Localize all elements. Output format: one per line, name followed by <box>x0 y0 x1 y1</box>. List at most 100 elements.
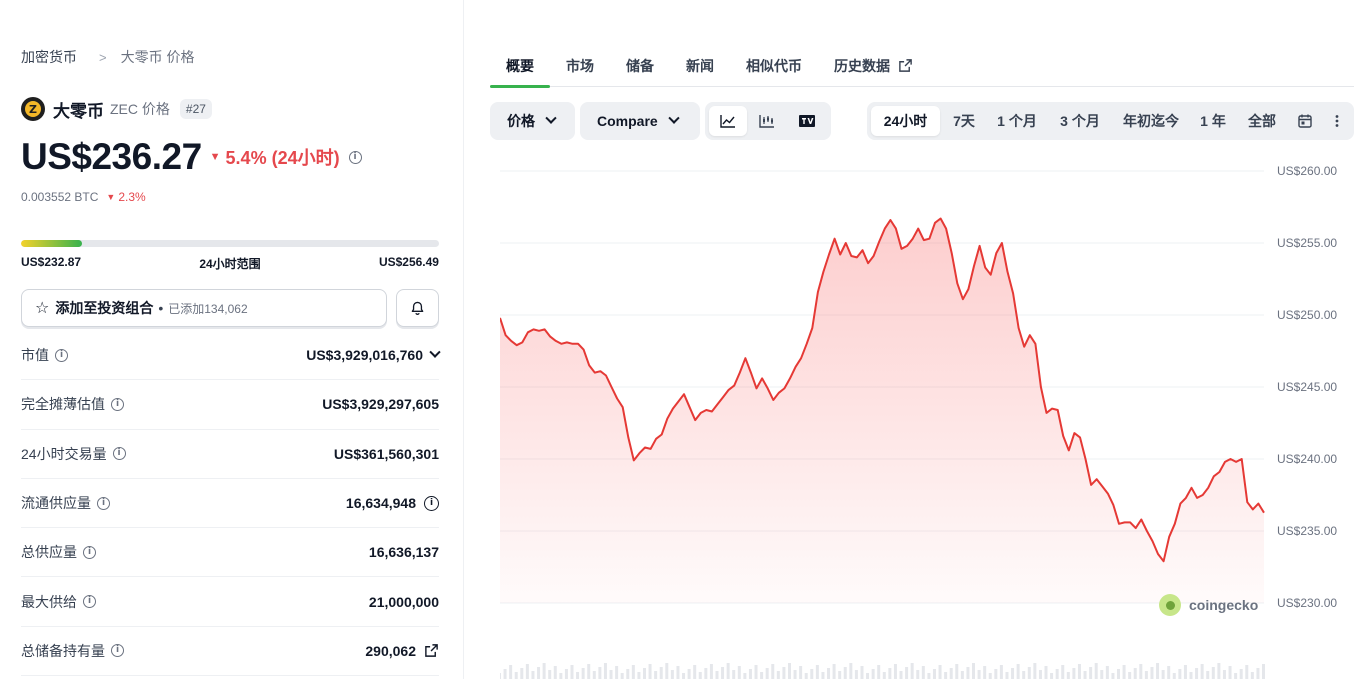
compare-dropdown[interactable]: Compare <box>580 102 700 140</box>
volume-bar <box>564 669 568 679</box>
stats-table: 市值 i US$3,929,016,760 完全摊薄估值 i US$3,929,29… <box>21 331 441 677</box>
external-link-icon[interactable] <box>424 643 439 658</box>
volume-bar <box>642 668 646 679</box>
stat-value: 290,062 <box>365 642 416 659</box>
volume-bar <box>715 671 719 679</box>
volume-bar <box>999 665 1003 679</box>
price-change-text: 5.4% (24小时) <box>225 148 340 168</box>
volume-bar <box>860 666 864 679</box>
volume-bar <box>737 666 741 679</box>
volume-bar <box>893 664 897 679</box>
volume-bar <box>1222 670 1226 679</box>
volume-bar <box>1022 671 1026 679</box>
range-label: 24小时范围 <box>199 257 261 271</box>
range-all-button[interactable]: 全部 <box>1238 106 1286 136</box>
volume-bar <box>916 670 920 679</box>
line-chart-button[interactable] <box>709 106 747 136</box>
volume-bar <box>676 666 680 679</box>
info-icon[interactable]: i <box>83 595 96 609</box>
range-ytd-button[interactable]: 年初迄今 <box>1114 106 1188 136</box>
add-to-portfolio-button[interactable]: ☆ 添加至投资组合 • 已添加134,062 <box>21 289 387 327</box>
volume-bar <box>1100 670 1104 679</box>
volume-bar <box>1228 666 1232 679</box>
chevron-down-icon[interactable] <box>429 346 441 358</box>
volume-bar <box>732 670 736 679</box>
volume-bar <box>570 665 574 679</box>
tab-reserves[interactable]: 储备 <box>610 44 670 87</box>
info-icon[interactable]: i <box>348 150 362 164</box>
volume-bar <box>832 664 836 679</box>
volume-bar <box>799 666 803 679</box>
volume-bar <box>927 673 931 679</box>
volume-bar <box>1167 666 1171 679</box>
chevron-down-icon <box>668 112 680 124</box>
volume-bar <box>1217 663 1221 679</box>
stat-label: 24小时交易量 <box>21 445 107 462</box>
tab-similar-coins[interactable]: 相似代币 <box>730 44 818 87</box>
volume-bar <box>1195 668 1199 679</box>
coin-symbol: ZEC 价格 <box>110 101 170 117</box>
volume-bar <box>849 663 853 679</box>
volume-bar <box>1239 669 1243 679</box>
volume-bar <box>615 666 619 679</box>
price-alert-button[interactable] <box>396 289 439 327</box>
price-chart[interactable]: US$260.00 US$255.00 US$250.00 US$245.00 US$2… <box>498 160 1360 679</box>
stat-max-supply: 最大供给 i 21,000,000 <box>21 577 439 627</box>
volume-bar <box>871 669 875 679</box>
volume-bar <box>1144 671 1148 679</box>
volume-bar <box>1105 666 1109 679</box>
range-7d-button[interactable]: 7天 <box>940 106 988 136</box>
date-picker-button[interactable] <box>1286 106 1324 136</box>
stat-volume: 24小时交易量 i US$361,560,301 <box>21 430 439 479</box>
info-icon[interactable]: i <box>97 496 110 510</box>
volume-bar <box>843 667 847 679</box>
candlestick-chart-button[interactable] <box>747 106 787 136</box>
volume-bar <box>687 669 691 679</box>
volume-bar <box>1050 673 1054 679</box>
tradingview-button[interactable] <box>787 106 827 136</box>
portfolio-added-count: 已添加134,062 <box>168 301 248 316</box>
volume-bar <box>760 672 764 679</box>
price-area-fill <box>500 218 1264 603</box>
more-options-button[interactable] <box>1324 106 1350 136</box>
range-1y-button[interactable]: 1 年 <box>1188 106 1238 136</box>
volume-bar <box>1133 668 1137 679</box>
stat-total-reserves: 总储备持有量 i 290,062 <box>21 627 439 677</box>
volume-bar <box>748 669 752 679</box>
info-icon[interactable]: i <box>112 447 126 461</box>
volume-bar <box>503 669 507 679</box>
info-icon[interactable]: i <box>111 397 124 411</box>
range-24h-button[interactable]: 24小时 <box>871 106 940 136</box>
volume-bar <box>542 663 546 679</box>
tab-overview[interactable]: 概要 <box>490 44 550 88</box>
volume-bar <box>1122 665 1126 679</box>
range-low: US$232.87 <box>21 255 82 269</box>
compare-dropdown-label: Compare <box>597 113 658 129</box>
btc-price-row: 0.003552 BTC ▼ 2.3% <box>21 190 146 204</box>
volume-bar <box>1150 667 1154 679</box>
info-icon[interactable]: i <box>83 545 96 559</box>
info-icon[interactable]: i <box>424 495 439 511</box>
breadcrumb-current: 大零币 价格 <box>120 49 195 65</box>
price-dropdown[interactable]: 价格 <box>490 102 575 140</box>
stat-value: US$361,560,301 <box>333 445 439 462</box>
btc-change-text: 2.3% <box>118 190 146 204</box>
range-3m-button[interactable]: 3 个月 <box>1046 106 1114 136</box>
tab-news[interactable]: 新闻 <box>670 44 730 87</box>
tradingview-icon <box>799 115 815 127</box>
volume-bar <box>1234 673 1238 679</box>
range-1m-button[interactable]: 1 个月 <box>988 106 1046 136</box>
volume-bar <box>1033 663 1037 679</box>
info-icon[interactable]: i <box>55 348 68 362</box>
volume-bar <box>631 665 635 679</box>
volume-bar <box>821 672 825 679</box>
volume-bar <box>498 673 501 679</box>
volume-bar <box>1128 672 1132 679</box>
tab-historical-data[interactable]: 历史数据 <box>818 44 929 87</box>
volume-bar <box>682 673 686 679</box>
tab-markets[interactable]: 市场 <box>550 44 610 87</box>
breadcrumb-root[interactable]: 加密货币 <box>21 47 77 67</box>
info-icon[interactable]: i <box>111 644 124 658</box>
volume-bar <box>626 669 630 679</box>
volume-bar <box>815 665 819 679</box>
